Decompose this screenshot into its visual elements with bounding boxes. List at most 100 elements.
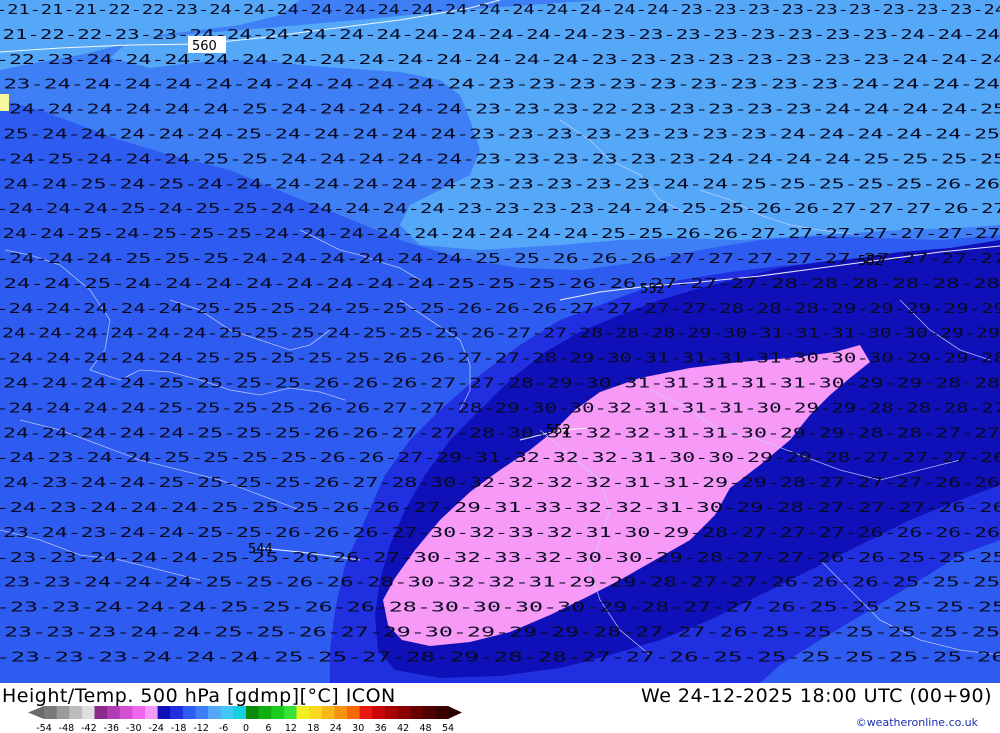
legend-swatch xyxy=(233,706,247,719)
legend-tick-label: 12 xyxy=(285,723,297,733)
legend-swatch xyxy=(170,706,184,719)
color-legend: -54 -48 -42 -36 -30 -24 -18 -12 -6 0 6 12 18 24 30 36 42… xyxy=(28,706,462,733)
legend-tick-label: 54 xyxy=(442,723,454,733)
weather-map-page: -21-21-21-22-22-23-24-24-24-24-24-24-24-… xyxy=(0,0,1000,733)
isotherm-row: -23-24-24-24-24-24-24-24-24-24-24-24-23-… xyxy=(0,78,1000,93)
height-value-544: 544 xyxy=(248,542,273,557)
legend-swatch xyxy=(182,706,196,719)
legend-swatch xyxy=(157,706,171,719)
legend-swatch xyxy=(132,706,146,719)
isotherm-row: -23-23-23-24-24-24-25-25-27-28-29-28-28-… xyxy=(0,650,1000,665)
isotherm-row: -23-23-24-24-24-25-25-26-26-27-30-32-33-… xyxy=(0,551,1000,566)
legend-swatches xyxy=(28,706,462,719)
height-label-552-north: 552 xyxy=(858,254,883,269)
isotherm-row: -24-24-24-25-24-25-25-24-24-24-24-24-23-… xyxy=(0,202,1000,217)
map-canvas: -21-21-21-22-22-23-24-24-24-24-24-24-24-… xyxy=(0,0,1000,683)
height-label-552-center: 552 xyxy=(640,282,665,297)
legend-swatch xyxy=(422,706,436,719)
isotherm-row: -24-24-25-24-24-24-24-24-24-24-24-25-25-… xyxy=(0,277,1000,292)
legend-swatch xyxy=(246,706,260,719)
legend-swatch xyxy=(195,706,209,719)
legend-swatch xyxy=(410,706,424,719)
chart-title: Height/Temp. 500 hPa [gdmp][°C] ICON xyxy=(2,685,396,707)
isotherm-row: -21-22-22-23-23-24-24-24-24-24-24-24-24-… xyxy=(0,28,1000,43)
legend-swatch xyxy=(397,706,411,719)
isotherm-row: -23-23-24-24-24-25-25-26-26-28-30-32-32-… xyxy=(0,576,1000,591)
map-edge-marker xyxy=(0,94,9,111)
isotherm-row: -23-24-23-24-24-25-25-26-26-26-27-30-32-… xyxy=(0,526,1000,541)
height-value-552: 552 xyxy=(546,423,571,438)
isotherm-row: -24-24-25-24-25-25-25-24-24-24-24-24-24-… xyxy=(0,227,1000,242)
isotherm-row: -24-24-24-24-24-25-25-25-26-26-27-27-28-… xyxy=(0,426,1000,441)
legend-tick-label: -48 xyxy=(59,723,75,733)
legend-tick-label: -24 xyxy=(148,723,164,733)
legend-swatch xyxy=(283,706,297,719)
legend-arrow-right xyxy=(448,706,462,719)
height-label-544: 544 xyxy=(248,542,273,557)
legend-swatch xyxy=(208,706,222,719)
legend-swatch xyxy=(384,706,398,719)
legend-tick-label: 30 xyxy=(352,723,364,733)
isotherm-row: -24-24-25-24-25-24-24-24-24-24-24-24-23-… xyxy=(0,177,1000,192)
legend-tick-label: 24 xyxy=(330,723,342,733)
legend-swatch xyxy=(258,706,272,719)
legend-swatch xyxy=(94,706,108,719)
legend-swatch xyxy=(435,706,449,719)
legend-tick-label: 6 xyxy=(265,723,271,733)
legend-tick-label: -18 xyxy=(171,723,187,733)
isotherm-row: -22-23-24-24-24-24-24-24-24-24-24-24-24-… xyxy=(0,53,1000,68)
footer-bar: Height/Temp. 500 hPa [gdmp][°C] ICON We … xyxy=(0,683,1000,733)
legend-swatch xyxy=(296,706,310,719)
legend-swatch xyxy=(81,706,95,719)
isotherm-row: -24-23-24-24-25-25-25-25-26-27-28-30-32-… xyxy=(0,476,1000,491)
isotherm-row: -23-23-24-24-24-25-25-26-26-28-30-30-30-… xyxy=(0,601,1000,616)
isotherm-row: -24-23-24-24-24-25-25-25-26-26-27-29-31-… xyxy=(0,501,1000,516)
legend-tick-label: -54 xyxy=(36,723,52,733)
legend-tick-label: 36 xyxy=(375,723,387,733)
isotherm-row: -24-24-24-24-25-25-25-25-26-26-27-27-28-… xyxy=(0,401,1000,416)
isotherm-row: -24-24-24-25-25-25-24-24-24-24-24-24-25-… xyxy=(0,252,1000,267)
isotherm-row: -24-24-24-24-24-25-25-25-24-25-25-25-26-… xyxy=(0,302,1000,317)
legend-swatch xyxy=(119,706,133,719)
isotherm-row: -24-24-24-24-24-24-25-24-24-24-24-24-23-… xyxy=(0,103,1000,118)
legend-swatch xyxy=(220,706,234,719)
legend-swatch xyxy=(107,706,121,719)
credit-link[interactable]: ©weatheronline.co.uk xyxy=(856,716,978,729)
isotherm-row: -23-23-23-24-24-25-25-26-27-29-30-29-29-… xyxy=(0,626,1000,641)
isotherm-row: -24-24-24-24-24-24-25-25-25-24-25-25-25-… xyxy=(0,327,1000,342)
legend-swatch xyxy=(145,706,159,719)
height-value-552: 552 xyxy=(640,282,665,297)
legend-swatch xyxy=(347,706,361,719)
isotherm-row: -21-21-21-22-22-23-24-24-24-24-24-24-24-… xyxy=(0,3,1000,18)
height-label-560: 560 xyxy=(188,36,226,54)
legend-swatch xyxy=(359,706,373,719)
legend-tick-label: 48 xyxy=(420,723,432,733)
legend-swatch xyxy=(334,706,348,719)
legend-tick-label: -12 xyxy=(193,723,209,733)
legend-tick-label: -42 xyxy=(81,723,97,733)
legend-tick-label: -36 xyxy=(104,723,120,733)
valid-datetime: We 24-12-2025 18:00 UTC (00+90) xyxy=(641,685,992,707)
legend-arrow-left xyxy=(28,706,44,719)
isotherm-row: -24-24-24-24-24-25-25-25-25-25-26-26-27-… xyxy=(0,352,1000,367)
legend-swatch xyxy=(372,706,386,719)
legend-swatch xyxy=(309,706,323,719)
height-value-560: 560 xyxy=(192,39,217,54)
isotherm-row: -24-24-24-24-25-25-25-25-26-26-26-27-27-… xyxy=(0,377,1000,392)
height-label-552-south: 552 xyxy=(546,423,571,438)
legend-tick-label: 0 xyxy=(243,723,249,733)
legend-swatch xyxy=(271,706,285,719)
isotherm-row: -24-23-24-24-25-25-25-25-26-26-27-29-31-… xyxy=(0,451,1000,466)
legend-tick-label: 42 xyxy=(397,723,409,733)
legend-tick-label: -6 xyxy=(219,723,228,733)
legend-tick-label: -30 xyxy=(126,723,142,733)
legend-swatch xyxy=(69,706,83,719)
height-value-552: 552 xyxy=(858,254,883,269)
legend-swatch xyxy=(56,706,70,719)
legend-swatch xyxy=(321,706,335,719)
isotherm-row: -25-24-24-24-24-24-25-24-24-24-24-24-23-… xyxy=(0,128,1000,143)
legend-tick-label: 18 xyxy=(307,723,319,733)
legend-swatch xyxy=(44,706,58,719)
isotherm-row: -24-25-24-24-24-25-25-24-24-24-24-24-23-… xyxy=(0,152,1000,167)
legend-tick-labels: -54 -48 -42 -36 -30 -24 -18 -12 -6 0 6 12 18 24 30 36 42… xyxy=(36,723,454,733)
